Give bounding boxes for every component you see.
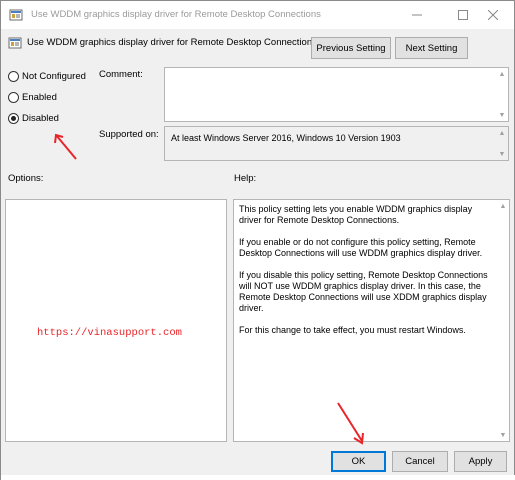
previous-setting-button[interactable]: Previous Setting <box>311 37 391 59</box>
radio-label: Not Configured <box>22 71 86 82</box>
cancel-button[interactable]: Cancel <box>392 451 448 472</box>
scroll-down-icon[interactable]: ▼ <box>498 150 506 158</box>
radio-button[interactable] <box>8 71 19 82</box>
help-label: Help: <box>234 173 257 184</box>
ok-button[interactable]: OK <box>331 451 386 472</box>
help-text: This policy setting lets you enable WDDM… <box>239 204 497 347</box>
help-scrollbar[interactable]: ▲ ▼ <box>497 200 509 441</box>
policy-dialog: Use WDDM graphics display driver for Rem… <box>0 0 515 480</box>
radio-button[interactable] <box>8 92 19 103</box>
annotation-arrow-icon <box>54 133 77 160</box>
close-button[interactable] <box>474 1 512 29</box>
scroll-down-icon[interactable]: ▼ <box>498 111 506 119</box>
policy-setting-icon <box>9 9 23 21</box>
scroll-up-icon[interactable]: ▲ <box>498 70 506 78</box>
annotation-arrow-icon <box>337 402 364 445</box>
scroll-down-icon[interactable]: ▼ <box>499 431 507 439</box>
options-pane[interactable] <box>5 199 227 442</box>
radio-not-configured[interactable]: Not Configured <box>8 71 86 82</box>
radio-enabled[interactable]: Enabled <box>8 92 57 103</box>
apply-button[interactable]: Apply <box>454 451 507 472</box>
comment-input[interactable]: ▲ ▼ <box>164 67 509 122</box>
background-strip <box>1 475 515 480</box>
policy-setting-icon <box>8 37 22 49</box>
help-paragraph: This policy setting lets you enable WDDM… <box>239 204 473 225</box>
help-paragraph: For this change to take effect, you must… <box>239 325 466 335</box>
maximize-icon <box>458 10 468 20</box>
help-paragraph: If you disable this policy setting, Remo… <box>239 270 488 313</box>
supported-scrollbar[interactable]: ▲ ▼ <box>496 127 508 160</box>
minimize-button[interactable] <box>398 1 436 29</box>
title-bar[interactable]: Use WDDM graphics display driver for Rem… <box>1 1 514 29</box>
radio-label: Enabled <box>22 92 57 103</box>
minimize-icon <box>412 14 422 16</box>
supported-box: At least Windows Server 2016, Windows 10… <box>164 126 509 161</box>
scroll-up-icon[interactable]: ▲ <box>499 202 507 210</box>
radio-label: Disabled <box>22 113 59 124</box>
comment-scrollbar[interactable]: ▲ ▼ <box>496 68 508 121</box>
options-label: Options: <box>8 173 44 184</box>
help-paragraph: If you enable or do not configure this p… <box>239 237 483 258</box>
close-icon <box>488 10 498 20</box>
scroll-up-icon[interactable]: ▲ <box>498 129 506 137</box>
policy-name: Use WDDM graphics display driver for Rem… <box>27 37 317 48</box>
help-pane[interactable]: This policy setting lets you enable WDDM… <box>233 199 510 442</box>
supported-label: Supported on: <box>99 129 159 140</box>
radio-button-checked[interactable] <box>8 113 19 124</box>
radio-disabled[interactable]: Disabled <box>8 113 59 124</box>
next-setting-button[interactable]: Next Setting <box>395 37 468 59</box>
window-title: Use WDDM graphics display driver for Rem… <box>31 9 321 20</box>
comment-label: Comment: <box>99 69 143 80</box>
watermark-text: https://vinasupport.com <box>37 327 182 339</box>
supported-value: At least Windows Server 2016, Windows 10… <box>171 133 401 143</box>
